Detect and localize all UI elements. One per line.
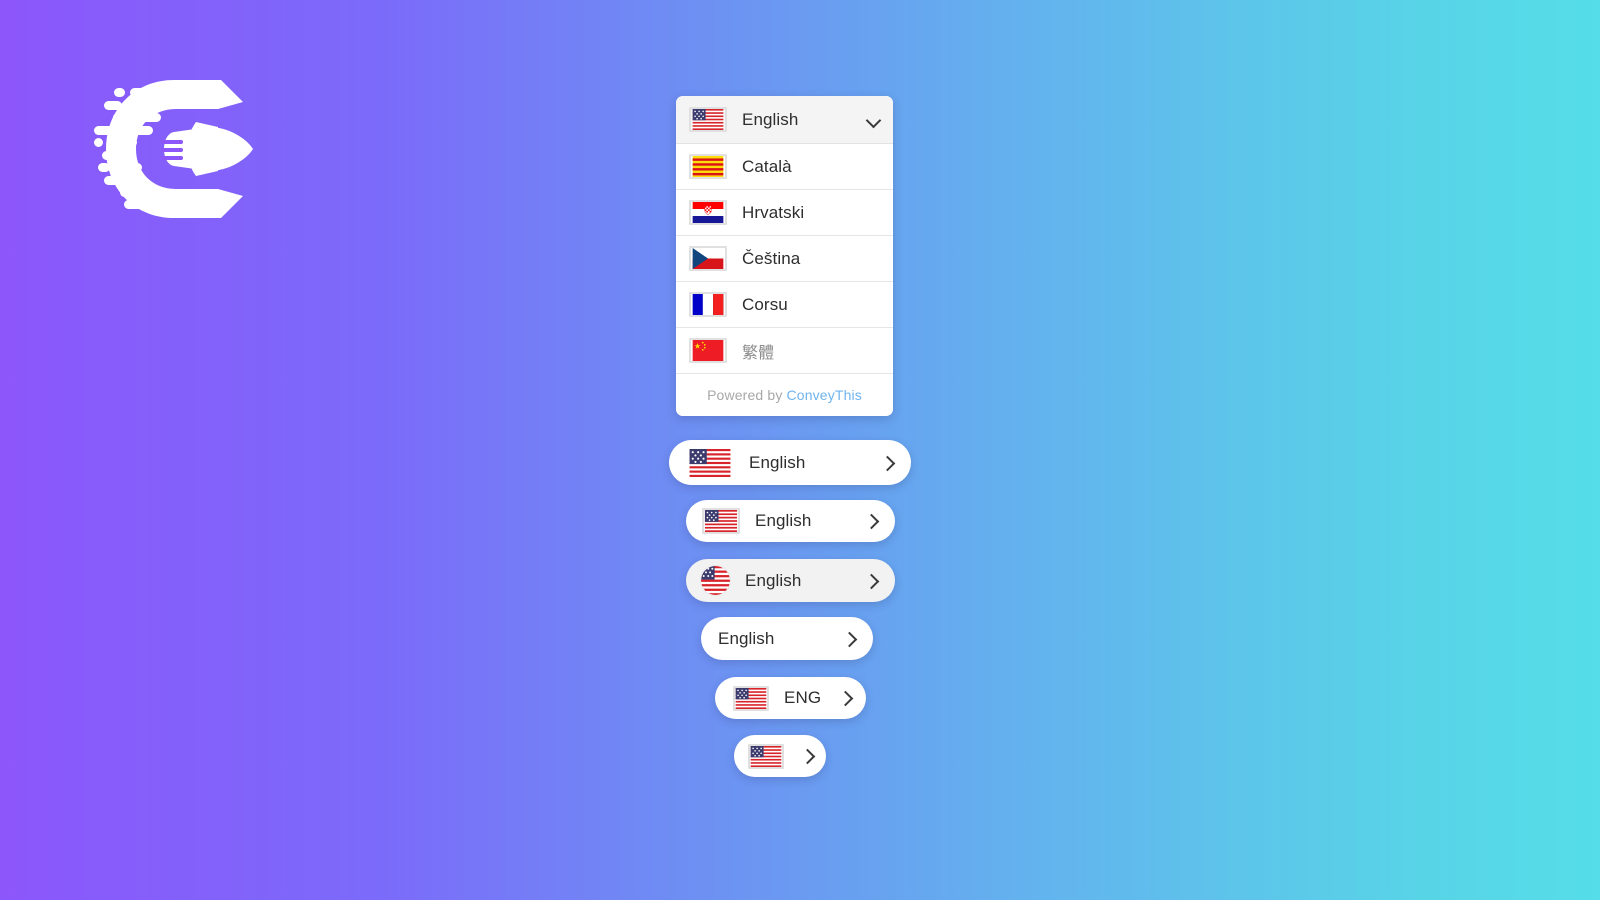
language-switcher-button-2[interactable]: English xyxy=(686,500,895,542)
croatia-flag-icon xyxy=(689,200,727,225)
conveythis-logo xyxy=(78,72,258,227)
chevron-right-icon[interactable] xyxy=(864,513,878,529)
dropdown-option-label: Corsu xyxy=(742,294,788,314)
button-label: ENG xyxy=(784,688,822,707)
us-flag-icon xyxy=(689,448,731,477)
us-flag-round-icon xyxy=(700,565,731,596)
dropdown-option-corsu[interactable]: Corsu xyxy=(676,282,893,328)
us-flag-icon xyxy=(702,508,740,534)
czech-republic-flag-icon xyxy=(689,246,727,271)
dropdown-option-cestina[interactable]: Čeština xyxy=(676,236,893,282)
button-label: English xyxy=(749,452,806,472)
language-switcher-button-3[interactable]: English xyxy=(686,559,895,602)
powered-by-text: Powered by xyxy=(707,387,783,403)
us-flag-icon xyxy=(748,743,784,769)
chevron-right-icon[interactable] xyxy=(864,573,878,589)
dropdown-option-catala[interactable]: Català xyxy=(676,144,893,190)
dropdown-option-label: 繁體 xyxy=(742,344,775,362)
chevron-right-icon[interactable] xyxy=(838,690,852,706)
us-flag-icon xyxy=(733,685,769,711)
language-switcher-button-1[interactable]: English xyxy=(669,440,911,485)
dropdown-selected-label: English xyxy=(742,109,799,129)
conveythis-link[interactable]: ConveyThis xyxy=(787,387,862,403)
dropdown-option-label: Čeština xyxy=(742,248,801,268)
chevron-right-icon[interactable] xyxy=(842,631,856,647)
chevron-down-icon[interactable] xyxy=(866,112,882,128)
button-label: English xyxy=(718,628,775,648)
dropdown-selected-row[interactable]: English xyxy=(676,96,893,144)
language-switcher-button-6[interactable] xyxy=(734,735,826,777)
dropdown-option-hrvatski[interactable]: Hrvatski xyxy=(676,190,893,236)
language-switcher-button-4[interactable]: English xyxy=(701,617,873,660)
catalonia-flag-icon xyxy=(689,154,727,179)
language-switcher-button-5[interactable]: ENG xyxy=(715,677,866,719)
dropdown-option-label: Català xyxy=(742,156,792,176)
chevron-right-icon[interactable] xyxy=(800,748,814,764)
button-label: English xyxy=(755,511,812,530)
dropdown-option-label: Hrvatski xyxy=(742,202,805,222)
button-label: English xyxy=(745,570,802,590)
dropdown-option-traditional-chinese[interactable]: 繁體 xyxy=(676,328,893,374)
language-dropdown-panel[interactable]: English Català Hrvatski Čeština Corsu 繁體… xyxy=(676,96,893,416)
china-flag-icon xyxy=(689,338,727,363)
us-flag-icon xyxy=(689,107,727,132)
chevron-right-icon[interactable] xyxy=(880,455,894,471)
france-flag-icon xyxy=(689,292,727,317)
dropdown-footer: Powered by ConveyThis xyxy=(676,374,893,416)
